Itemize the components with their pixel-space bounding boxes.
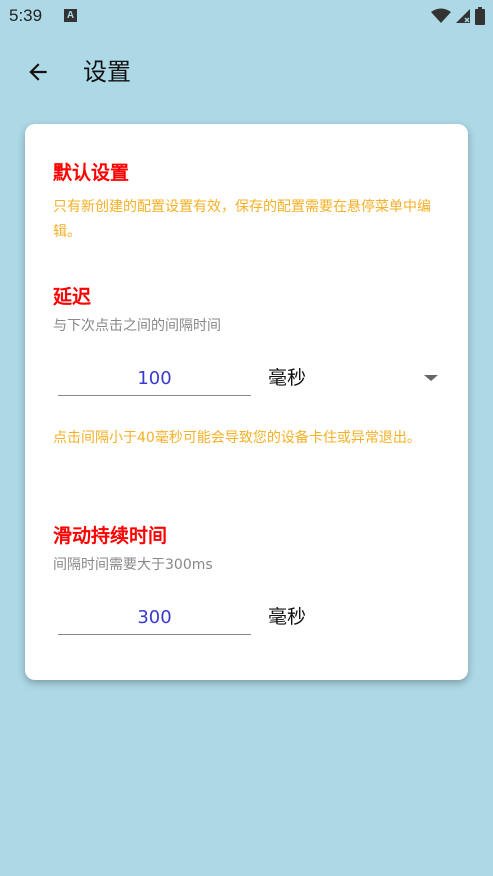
screen: 5:39 A 设置 默认设置 只有新创建的配置设置有效，保存的配置需要在悬停菜单…: [0, 0, 493, 876]
default-settings-description: 只有新创建的配置设置有效，保存的配置需要在悬停菜单中编辑。: [53, 199, 431, 240]
arrow-back-icon: [29, 63, 47, 81]
battery-icon: [475, 7, 485, 25]
delay-warning: 点击间隔小于40毫秒可能会导致您的设备卡住或异常退出。: [53, 430, 421, 446]
default-settings-title: 默认设置: [53, 162, 130, 184]
swipe-duration-subtitle: 间隔时间需要大于300ms: [53, 557, 213, 573]
status-icons: [431, 6, 485, 26]
delay-subtitle: 与下次点击之间的间隔时间: [53, 318, 221, 334]
signal-icon: [456, 9, 470, 23]
swipe-duration-unit: 毫秒: [268, 606, 307, 628]
wifi-icon: [431, 8, 451, 23]
delay-input[interactable]: [58, 361, 251, 396]
status-bar: 5:39 A: [0, 0, 493, 34]
app-bar: 设置: [0, 44, 493, 100]
page-title: 设置: [83, 58, 131, 86]
delay-unit-dropdown-icon[interactable]: [421, 368, 441, 388]
swipe-duration-title: 滑动持续时间: [53, 525, 168, 547]
notification-a-icon: A: [64, 9, 77, 22]
status-time: 5:39: [9, 6, 43, 25]
back-button[interactable]: [22, 56, 54, 88]
swipe-duration-input[interactable]: [58, 600, 251, 635]
settings-card: 默认设置 只有新创建的配置设置有效，保存的配置需要在悬停菜单中编辑。 延迟 与下…: [25, 124, 468, 680]
delay-title: 延迟: [53, 286, 92, 308]
delay-unit: 毫秒: [268, 367, 307, 389]
